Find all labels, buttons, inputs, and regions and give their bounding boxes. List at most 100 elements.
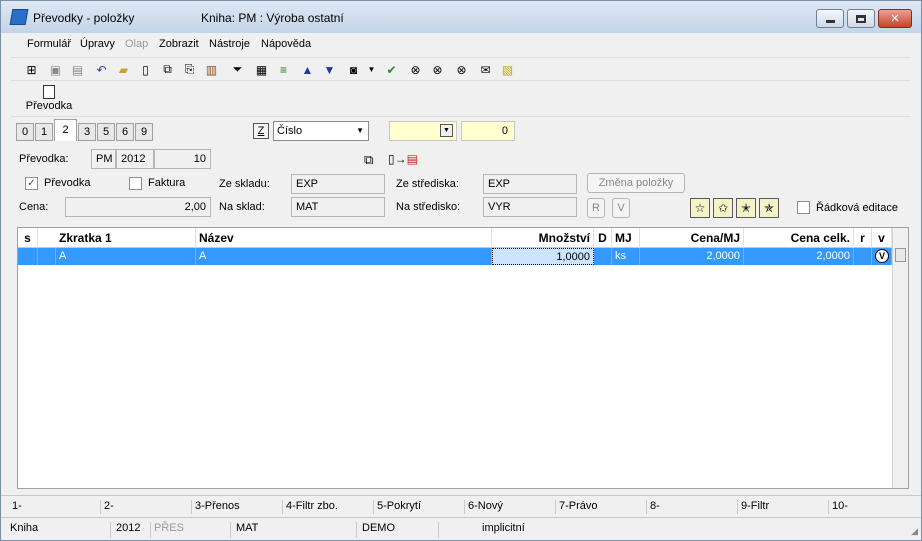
stack-icon[interactable]: ≡ [275,61,292,78]
menu-napoveda[interactable]: Nápověda [261,38,311,50]
status-book: Kniha [7,522,111,538]
fkey-3[interactable]: 3-Přenos [191,500,240,514]
tab-0[interactable]: 0 [16,123,34,141]
app-window: Převodky - položky Kniha: PM : Výroba os… [0,0,922,541]
camera-icon[interactable]: ◙ [345,61,362,78]
title-bar: Převodky - položky Kniha: PM : Výroba os… [1,1,921,33]
binoculars-icon[interactable]: ⊗ [407,61,424,78]
tab-5[interactable]: 5 [97,123,115,141]
menu-zobrazit[interactable]: Zobrazit [159,38,199,50]
tree-icon[interactable]: ⊞ [23,61,40,78]
table-row[interactable]: A A 1,0000 ks 2,0000 2,0000 V [18,248,892,265]
envelope-icon[interactable]: ✉ [477,61,494,78]
open-folder-icon[interactable]: ▰ [115,61,132,78]
chevron-down-icon[interactable]: ▼ [363,61,380,78]
fkey-2[interactable]: 2- [100,500,114,514]
menu-upravy[interactable]: Úpravy [80,38,115,50]
book-icon[interactable]: ▥ [203,61,220,78]
from-center-field: EXP [483,174,577,194]
v-button[interactable]: V [612,198,630,218]
star-remove-icon[interactable]: ✭ [736,198,756,218]
menu-nastroje[interactable]: Nástroje [209,38,250,50]
star-filter-icon[interactable]: ✯ [759,198,779,218]
filter-icon[interactable]: ⏷ [229,61,246,78]
tab-3[interactable]: 3 [78,123,96,141]
fkey-1[interactable]: 1- [9,500,22,514]
col-s[interactable]: s [18,228,38,248]
binoculars-filter-icon[interactable]: ⊗ [453,61,470,78]
col-mnozstvi[interactable]: Množství [492,228,594,248]
cell-mnozstvi[interactable]: 1,0000 [492,248,594,265]
sort-key-label: Z [257,125,265,137]
radkova-editace-label: Řádková editace [816,202,898,214]
faktura-checkbox[interactable] [129,177,142,190]
save-icon[interactable]: ▣ [47,61,64,78]
fkey-10[interactable]: 10- [828,500,848,514]
fkey-8[interactable]: 8- [646,500,660,514]
maximize-button[interactable] [847,9,875,28]
col-d[interactable]: D [594,228,612,248]
prevodka-checkbox[interactable]: ✓ [25,177,38,190]
doc-number-value: 10 [193,153,206,165]
sort-field-select[interactable]: Číslo ▼ [273,121,369,141]
doc-number-field: 10 [154,149,211,169]
change-items-button[interactable]: Změna položky [587,173,685,193]
prevodka-label: Převodka: [19,153,69,165]
transfer-document-icon[interactable]: ▯→▤ [388,152,418,166]
arrow-up-icon[interactable]: ▲ [299,61,316,78]
fkey-7[interactable]: 7-Právo [555,500,598,514]
col-cena-celk[interactable]: Cena celk. [744,228,854,248]
tab-6[interactable]: 6 [116,123,134,141]
star-icon[interactable]: ☆ [690,198,710,218]
vertical-scrollbar[interactable] [892,228,908,488]
doc-year-field: 2012 [116,149,154,169]
star-add-icon[interactable]: ✩ [713,198,733,218]
cell-d [594,248,612,265]
arrow-down-icon[interactable]: ▼ [321,61,338,78]
resize-grip-icon[interactable]: ◢ [911,526,918,537]
tab-2[interactable]: 2 [54,119,77,141]
price-value: 2,00 [184,201,206,213]
paste-icon[interactable]: ⎘ [181,61,198,78]
prevodka-button[interactable]: Převodka [19,85,79,115]
minimize-button[interactable] [816,9,844,28]
menu-formular[interactable]: Formulář [27,38,71,50]
new-document-icon[interactable]: ▯ [137,61,154,78]
binoculars-next-icon[interactable]: ⊗ [429,61,446,78]
copy-icon[interactable]: ⧉ [159,61,176,78]
notepad-icon[interactable]: ▧ [499,61,516,78]
grid-header: s Zkratka 1 Název Množství D MJ Cena/MJ … [18,228,892,248]
col-nazev[interactable]: Název [196,228,492,248]
to-stock-field: MAT [291,197,385,217]
r-button[interactable]: R [587,198,605,218]
cell-cena-mj: 2,0000 [640,248,744,265]
sort-direction-button[interactable]: Z [253,123,269,139]
document-icon [43,85,55,99]
cell-mj: ks [612,248,640,265]
tab-1[interactable]: 1 [35,123,53,141]
col-r[interactable]: r [854,228,872,248]
fkey-6[interactable]: 6-Nový [464,500,503,514]
fkey-9[interactable]: 9-Filtr [737,500,769,514]
undo-icon[interactable]: ↶ [93,61,110,78]
tab-9[interactable]: 9 [135,123,153,141]
from-stock-value: EXP [296,178,319,190]
scroll-thumb[interactable] [895,248,906,262]
col-v[interactable]: v [872,228,892,248]
filter-document-icon[interactable]: ▦ [253,61,270,78]
doc-year-value: 2012 [121,153,146,165]
col-cena-mj[interactable]: Cena/MJ [640,228,744,248]
fkey-5[interactable]: 5-Pokrytí [373,500,421,514]
cell-zkratka: A [56,248,196,265]
search-dropdown-button[interactable]: ▼ [440,124,453,137]
fkey-4[interactable]: 4-Filtr zbo. [282,500,338,514]
search-input[interactable]: ▼ [389,121,457,141]
check-arrow-icon[interactable]: ✔ [383,61,400,78]
record-count-value: 0 [501,125,508,137]
copy-document-icon[interactable]: ⧉ [364,152,373,168]
save-as-icon[interactable]: ▤ [69,61,86,78]
col-mj[interactable]: MJ [612,228,640,248]
radkova-editace-checkbox[interactable] [797,201,810,214]
col-zkratka[interactable]: Zkratka 1 [56,228,196,248]
close-button[interactable]: ✕ [878,9,912,28]
